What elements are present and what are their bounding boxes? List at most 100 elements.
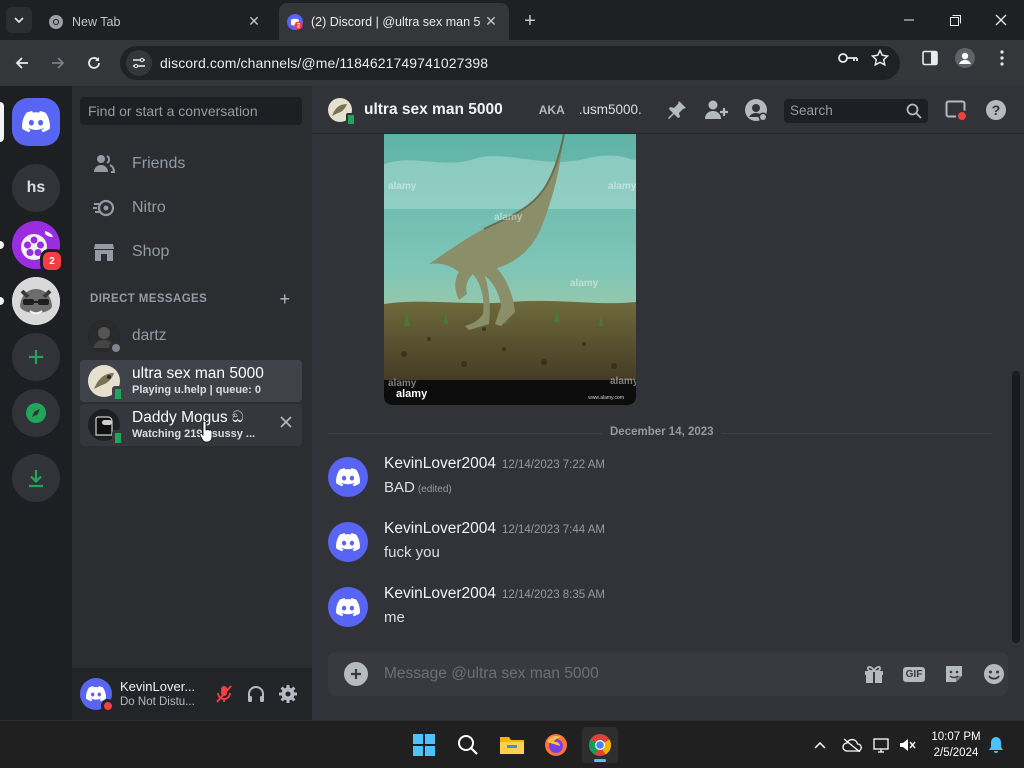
browser-toolbar: discord.com/channels/@me/118462174974102… bbox=[0, 40, 1024, 86]
gif-button[interactable]: GIF bbox=[902, 662, 926, 686]
profile-avatar-icon[interactable] bbox=[955, 48, 975, 68]
restore-button[interactable] bbox=[932, 0, 978, 40]
close-tab-icon[interactable]: ✕ bbox=[481, 12, 501, 32]
mouse-cursor-hand-icon bbox=[199, 421, 213, 443]
sidebar-item-friends[interactable]: Friends bbox=[80, 143, 302, 185]
taskbar-search-button[interactable] bbox=[450, 727, 486, 763]
bookmark-star-icon[interactable] bbox=[870, 48, 890, 68]
gift-icon[interactable] bbox=[862, 662, 886, 686]
minimize-button[interactable] bbox=[886, 0, 932, 40]
minimize-icon bbox=[904, 19, 914, 21]
dm-name: dartz bbox=[132, 327, 167, 344]
side-panel-icon[interactable] bbox=[920, 48, 940, 68]
close-icon bbox=[995, 14, 1007, 26]
watermark-text: alamy bbox=[388, 378, 417, 389]
message-author[interactable]: KevinLover2004 bbox=[384, 520, 496, 537]
new-tab-button[interactable]: + bbox=[518, 9, 542, 33]
do-not-disturb-status-icon bbox=[101, 699, 115, 713]
mute-button[interactable] bbox=[212, 682, 236, 706]
sticker-icon[interactable] bbox=[942, 662, 966, 686]
chat-scrollbar[interactable] bbox=[1012, 371, 1020, 643]
close-dm-icon[interactable] bbox=[280, 416, 292, 428]
message-composer[interactable]: Message @ultra sex man 5000 GIF bbox=[328, 652, 1008, 696]
explore-servers-button[interactable] bbox=[12, 389, 60, 437]
browser-tab-discord[interactable]: 2 (2) Discord | @ultra sex man 5000 ✕ bbox=[279, 3, 509, 40]
message[interactable]: KevinLover2004 12/14/2023 7:22 AM BAD (edi… bbox=[328, 455, 988, 505]
direct-messages-home-button[interactable] bbox=[12, 98, 60, 146]
server-hs[interactable]: hs bbox=[12, 164, 60, 212]
help-icon[interactable]: ? bbox=[984, 98, 1008, 122]
forward-button[interactable] bbox=[44, 49, 72, 77]
windows-taskbar: 10:07 PM 2/5/2024 bbox=[0, 720, 1024, 768]
inbox-icon[interactable] bbox=[944, 98, 968, 122]
volume-muted-icon[interactable] bbox=[898, 735, 918, 755]
headphones-icon bbox=[248, 686, 264, 702]
search-icon bbox=[906, 103, 922, 119]
chat-search-input[interactable]: Search bbox=[784, 99, 928, 123]
add-friends-to-dm-icon[interactable] bbox=[704, 98, 728, 122]
network-icon[interactable] bbox=[872, 735, 892, 755]
add-server-button[interactable] bbox=[12, 333, 60, 381]
site-info-button[interactable] bbox=[126, 50, 152, 76]
address-bar[interactable]: discord.com/channels/@me/118462174974102… bbox=[120, 46, 900, 80]
back-button[interactable] bbox=[8, 49, 36, 77]
recipient-name[interactable]: ultra sex man 5000 bbox=[364, 101, 503, 119]
author-avatar[interactable] bbox=[328, 457, 368, 497]
create-dm-plus-icon[interactable]: + bbox=[279, 289, 290, 310]
browser-tab-new-tab[interactable]: New Tab ✕ bbox=[40, 3, 272, 40]
message[interactable]: KevinLover2004 12/14/2023 7:44 AM fuck yo… bbox=[328, 520, 988, 570]
start-button[interactable] bbox=[406, 727, 442, 763]
show-hidden-icons-button[interactable] bbox=[810, 735, 830, 755]
user-avatar[interactable] bbox=[80, 678, 115, 713]
onedrive-icon[interactable] bbox=[842, 735, 862, 755]
server-raccoon[interactable] bbox=[12, 277, 60, 325]
arrow-left-icon bbox=[15, 57, 28, 69]
tab-search-button[interactable] bbox=[6, 7, 32, 33]
user-profile-toggle-icon[interactable] bbox=[744, 98, 768, 122]
discord-icon bbox=[336, 597, 360, 616]
dm-item-ultra-sex-man-5000[interactable]: ultra sex man 5000 Playing u.help | queu… bbox=[80, 360, 302, 402]
attach-plus-button[interactable] bbox=[344, 662, 368, 686]
dm-name: ultra sex man 5000 bbox=[132, 365, 264, 382]
reload-button[interactable] bbox=[80, 49, 108, 77]
message[interactable]: KevinLover2004 12/14/2023 8:35 AM me bbox=[328, 585, 988, 635]
download-apps-button[interactable] bbox=[12, 454, 60, 502]
more-menu-icon[interactable] bbox=[992, 48, 1012, 68]
chrome-button[interactable] bbox=[582, 727, 618, 763]
message-author[interactable]: KevinLover2004 bbox=[384, 585, 496, 602]
sidebar-item-nitro[interactable]: Nitro bbox=[80, 187, 302, 229]
system-clock[interactable]: 10:07 PM 2/5/2024 bbox=[928, 729, 984, 761]
pinned-messages-icon[interactable] bbox=[665, 98, 689, 122]
notifications-bell-icon[interactable] bbox=[986, 735, 1006, 755]
tab-title: (2) Discord | @ultra sex man 5000 bbox=[311, 14, 481, 29]
chrome-icon bbox=[589, 734, 611, 756]
image-attachment[interactable]: alamy www.alamy.com alamy alamy alamy al… bbox=[384, 134, 636, 405]
browser-tab-strip: New Tab ✕ 2 (2) Discord | @ultra sex man… bbox=[0, 0, 1024, 40]
password-key-icon[interactable] bbox=[838, 48, 858, 68]
user-settings-button[interactable] bbox=[276, 682, 300, 706]
close-tab-icon[interactable]: ✕ bbox=[244, 12, 264, 32]
message-author[interactable]: KevinLover2004 bbox=[384, 455, 496, 472]
plus-icon bbox=[351, 669, 361, 679]
message-timestamp: 12/14/2023 7:22 AM bbox=[502, 459, 605, 471]
file-explorer-button[interactable] bbox=[494, 727, 530, 763]
find-conversation-search[interactable]: Find or start a conversation bbox=[80, 97, 302, 125]
author-avatar[interactable] bbox=[328, 587, 368, 627]
chat-area: ultra sex man 5000 AKA .usm5000. Search … bbox=[312, 86, 1024, 720]
unread-indicator bbox=[0, 297, 4, 305]
url-text: discord.com/channels/@me/118462174974102… bbox=[160, 55, 489, 71]
sidebar-item-shop[interactable]: Shop bbox=[80, 231, 302, 273]
reload-icon bbox=[88, 57, 100, 69]
gear-icon bbox=[279, 685, 297, 703]
dm-item-dartz[interactable]: dartz bbox=[80, 315, 302, 357]
discord-app: hs 2 Find or start a conversation Friend… bbox=[0, 86, 1024, 720]
edited-tag: (edited) bbox=[417, 484, 452, 495]
firefox-button[interactable] bbox=[538, 727, 574, 763]
mobile-online-status-icon bbox=[112, 386, 124, 402]
close-window-button[interactable] bbox=[978, 0, 1024, 40]
author-avatar[interactable] bbox=[328, 522, 368, 562]
emoji-icon[interactable] bbox=[982, 662, 1006, 686]
dm-item-daddy-mogus[interactable]: Daddy Mogus ඞ Watching 219​2 sussy ... bbox=[80, 404, 302, 446]
deafen-button[interactable] bbox=[244, 682, 268, 706]
chevron-up-icon bbox=[814, 741, 826, 749]
